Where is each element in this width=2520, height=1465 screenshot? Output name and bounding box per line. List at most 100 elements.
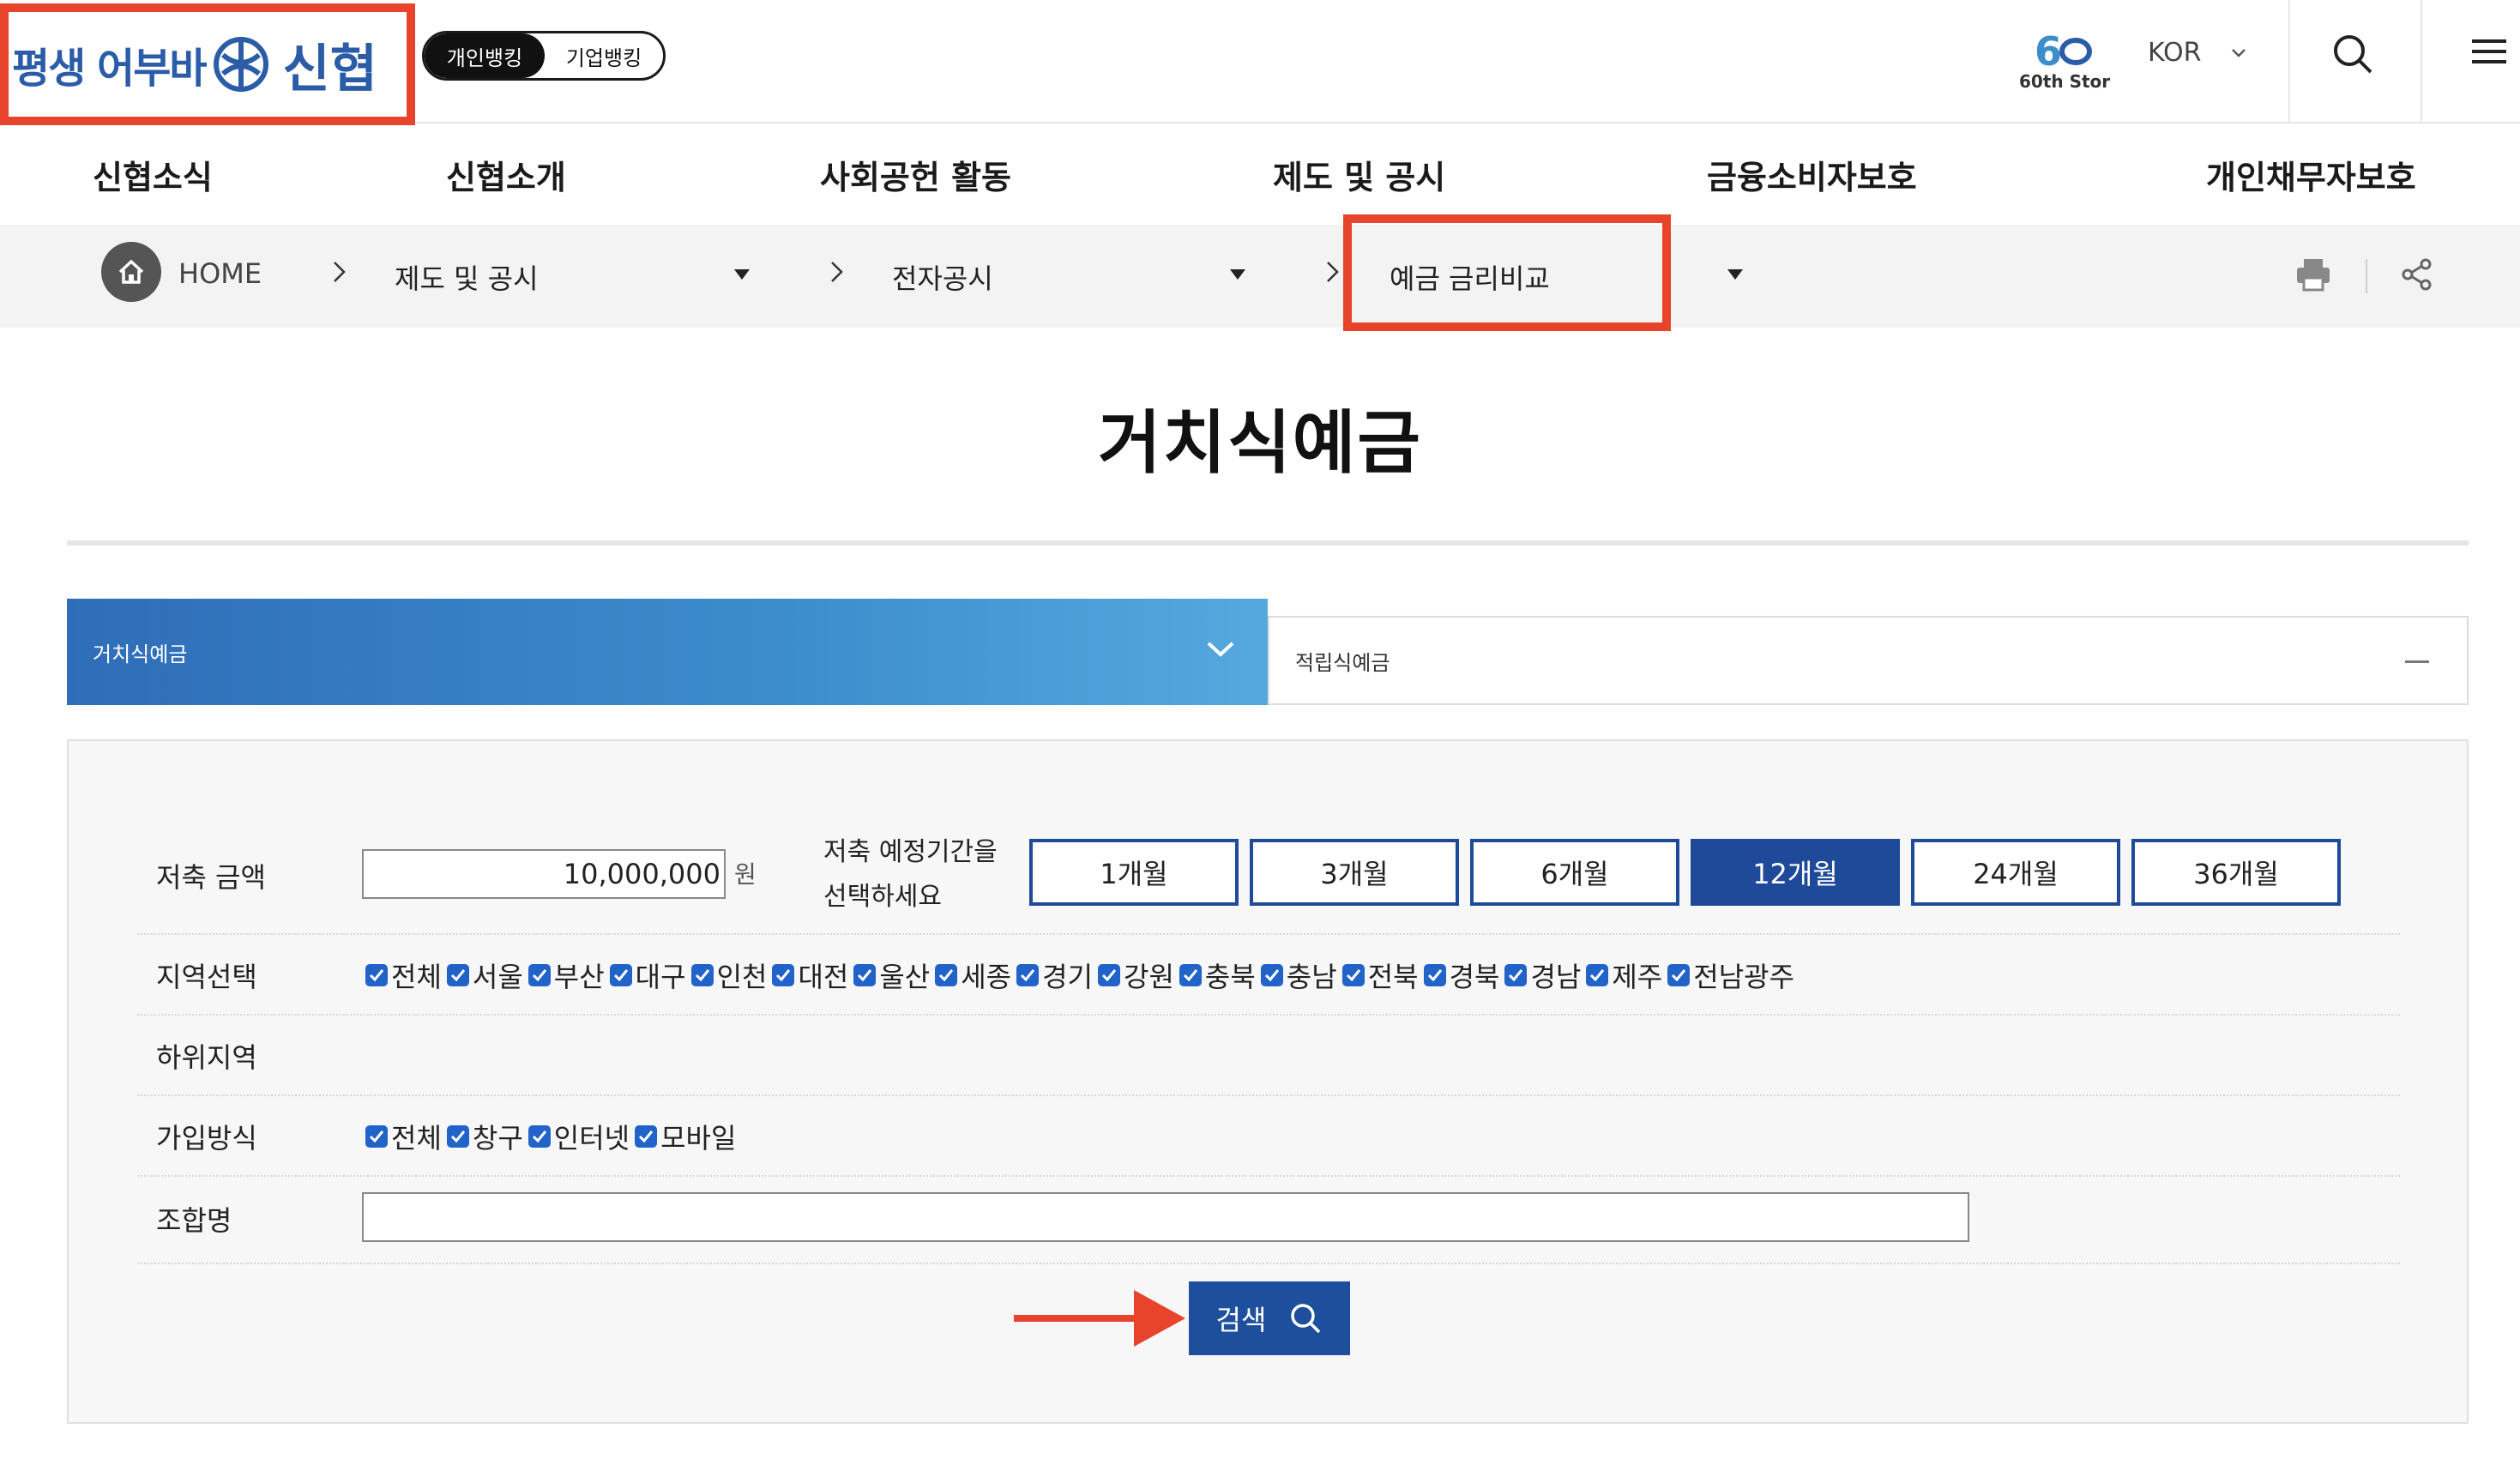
arrow-right-icon	[1014, 1290, 1185, 1347]
checkbox-checked-icon	[772, 964, 795, 986]
nav-consumer-protection[interactable]: 금융소비자보호	[1707, 151, 1917, 198]
main-navigation: 신협소식 신협소개 사회공헌 활동 제도 및 공시 금융소비자보호 개인채무자보…	[0, 124, 2520, 225]
region-checkbox[interactable]: 전남광주	[1667, 956, 1794, 995]
period-24m-button[interactable]: 24개월	[1911, 839, 2120, 906]
site-header: 평생 어부바 신협 개인뱅킹 기업뱅킹 6 60th Story KOR	[0, 0, 2520, 125]
header-divider	[2421, 0, 2422, 124]
breadcrumb-home[interactable]: HOME	[178, 257, 262, 290]
page-title: 거치식예금	[1098, 403, 1422, 483]
highlight-box-breadcrumb	[1343, 214, 1671, 331]
region-checkbox[interactable]: 인천	[690, 956, 767, 995]
caret-down-icon[interactable]	[1727, 269, 1743, 280]
title-divider	[67, 540, 2469, 546]
region-label: 지역선택	[156, 961, 257, 993]
period-36m-button[interactable]: 36개월	[2131, 839, 2341, 906]
checkbox-checked-icon	[609, 964, 632, 986]
checkbox-checked-icon	[1098, 964, 1121, 986]
region-checkbox[interactable]: 부산	[528, 956, 605, 995]
caret-down-icon[interactable]	[734, 269, 750, 280]
row-divider	[137, 1263, 2400, 1264]
period-1m-button[interactable]: 1개월	[1029, 839, 1239, 906]
region-checkbox[interactable]: 강원	[1098, 956, 1174, 995]
checkbox-checked-icon	[446, 964, 469, 986]
region-checkbox[interactable]: 서울	[446, 956, 523, 995]
search-button[interactable]: 검색	[1189, 1281, 1350, 1355]
search-icon	[1291, 1304, 1321, 1334]
row-divider	[137, 1014, 2400, 1016]
collapse-icon	[2405, 660, 2429, 663]
amount-unit: 원	[734, 860, 757, 889]
caret-down-icon[interactable]	[1230, 269, 1245, 280]
join-method-checkbox[interactable]: 전체	[365, 1117, 442, 1156]
corporate-banking-tab[interactable]: 기업뱅킹	[545, 33, 663, 78]
region-checkbox[interactable]: 충남	[1260, 956, 1337, 995]
join-method-label: 가입방식	[156, 1122, 257, 1155]
print-icon[interactable]	[2295, 257, 2331, 292]
logo-slogan: 평생 어부바	[12, 45, 208, 93]
nav-news[interactable]: 신협소식	[93, 151, 213, 198]
region-checkbox[interactable]: 세종	[935, 956, 1011, 995]
region-checkbox[interactable]: 경북	[1423, 956, 1499, 995]
join-method-checkbox-group: 전체 창구 인터넷 모바일	[365, 1117, 741, 1156]
tab-lump-sum-deposit[interactable]: 거치식예금	[67, 599, 1268, 705]
region-checkbox[interactable]: 경남	[1504, 956, 1581, 995]
region-checkbox[interactable]: 경기	[1016, 956, 1093, 995]
site-logo[interactable]: 평생 어부바 신협	[0, 3, 415, 125]
svg-text:6: 6	[2035, 28, 2062, 75]
language-selector[interactable]: KOR	[2148, 38, 2246, 68]
union-name-label: 조합명	[156, 1204, 232, 1237]
checkbox-checked-icon	[853, 964, 877, 986]
home-button[interactable]	[101, 242, 161, 302]
checkbox-checked-icon	[1504, 964, 1528, 986]
share-icon[interactable]	[2400, 257, 2434, 292]
chevron-down-icon	[2231, 48, 2246, 57]
region-checkbox[interactable]: 울산	[853, 956, 930, 995]
region-checkbox[interactable]: 대구	[609, 956, 686, 995]
period-3m-button[interactable]: 3개월	[1250, 839, 1459, 906]
region-checkbox[interactable]: 대전	[772, 956, 848, 995]
union-name-input[interactable]	[362, 1192, 1969, 1242]
region-checkbox[interactable]: 전북	[1341, 956, 1419, 995]
tab-label: 적립식예금	[1295, 650, 1390, 675]
breadcrumb-level1[interactable]: 제도 및 공시	[395, 257, 539, 297]
tab-installment-deposit[interactable]: 적립식예금	[1268, 616, 2469, 705]
checkbox-checked-icon	[1341, 964, 1365, 986]
search-button-label: 검색	[1215, 1304, 1267, 1336]
checkbox-checked-icon	[365, 964, 388, 986]
nav-about[interactable]: 신협소개	[446, 151, 566, 198]
checkbox-checked-icon	[635, 1125, 658, 1148]
checkbox-checked-icon	[1179, 964, 1202, 986]
row-divider	[137, 1094, 2400, 1096]
region-checkbox[interactable]: 충북	[1179, 956, 1256, 995]
checkbox-checked-icon	[1260, 964, 1283, 986]
join-method-checkbox[interactable]: 인터넷	[528, 1117, 630, 1156]
period-6m-button[interactable]: 6개월	[1470, 839, 1679, 906]
checkbox-checked-icon	[1667, 964, 1691, 986]
personal-banking-tab[interactable]: 개인뱅킹	[425, 33, 545, 78]
hamburger-menu-icon[interactable]	[2470, 34, 2508, 69]
nav-social-contribution[interactable]: 사회공헌 활동	[820, 151, 1011, 198]
join-method-checkbox[interactable]: 창구	[446, 1117, 523, 1156]
subregion-label: 하위지역	[156, 1041, 257, 1074]
period-12m-button[interactable]: 12개월	[1691, 839, 1900, 906]
search-icon[interactable]	[2331, 33, 2374, 75]
join-method-checkbox[interactable]: 모바일	[635, 1117, 736, 1156]
region-checkbox[interactable]: 제주	[1586, 956, 1662, 995]
checkbox-checked-icon	[528, 964, 551, 986]
region-checkbox[interactable]: 전체	[365, 956, 442, 995]
nav-debtor-protection[interactable]: 개인채무자보호	[2206, 151, 2416, 198]
chevron-right-icon	[1327, 262, 1339, 282]
anniversary-label: 60th Story	[2019, 71, 2110, 92]
checkbox-checked-icon	[1016, 964, 1040, 986]
checkbox-checked-icon	[1423, 964, 1446, 986]
region-checkbox-group: 전체 서울 부산 대구 인천 대전 울산 세종 경기 강원 충북 충남 전북 경…	[365, 956, 1800, 995]
breadcrumb-level2[interactable]: 전자공시	[892, 257, 993, 297]
checkbox-checked-icon	[935, 964, 958, 986]
nav-disclosure[interactable]: 제도 및 공시	[1273, 151, 1445, 198]
search-form-panel: 저축 금액 원 저축 예정기간을 선택하세요 1개월 3개월 6개월 12개월 …	[67, 739, 2469, 1424]
header-divider	[2288, 0, 2290, 124]
checkbox-checked-icon	[528, 1125, 551, 1148]
row-divider	[137, 1175, 2400, 1177]
amount-input[interactable]	[362, 849, 726, 899]
60th-story-logo[interactable]: 6 60th Story	[2016, 22, 2110, 94]
